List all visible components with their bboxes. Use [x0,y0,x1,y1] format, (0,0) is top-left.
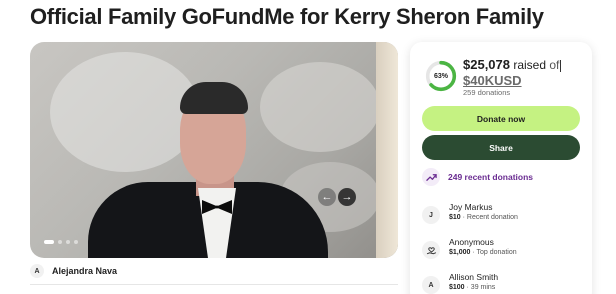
campaign-photo[interactable] [30,42,398,258]
donation-meta: $1,000 · Top donation [449,249,517,256]
organizer-name: Alejandra Nava [52,266,118,276]
raised-word: raised [513,58,547,72]
progress-percent: 63% [433,72,448,80]
donor-avatar: A [422,276,440,294]
donation-list-item: J Joy Markus $10 · Recent donation [422,202,518,224]
donation-amount: $1,000 [449,249,471,256]
previous-photo-button[interactable]: ← [318,188,336,206]
organizer-avatar: A [30,264,44,278]
donate-now-button[interactable]: Donate now [422,106,580,131]
photo-hair [180,82,248,114]
carousel-dot[interactable] [74,240,78,244]
donation-amount: $100 [449,284,465,291]
photo-edge [376,42,398,258]
organizer[interactable]: A Alejandra Nava [30,264,117,278]
donation-meta: $10 · Recent donation [449,214,518,221]
donation-panel: 63% $25,078 raised of $40KUSD 259 donati… [410,42,592,294]
raised-amount: $25,078 [463,57,510,72]
trending-up-icon [422,168,440,186]
heart-hand-icon [422,241,440,259]
carousel-dot[interactable] [58,240,62,244]
text-cursor [560,59,562,72]
donation-count: 259 donations [463,88,511,97]
arrow-right-icon: → [341,191,353,203]
carousel-dots[interactable] [44,240,78,244]
arrow-left-icon: ← [321,191,333,203]
next-photo-button[interactable]: → [338,188,356,206]
divider [30,284,398,285]
backdrop-cloud [260,62,380,152]
trending-up-icon-glyph [425,173,437,181]
donation-meta: $100 · 39 mins [449,284,498,291]
donation-note: · 39 mins [464,284,496,291]
donation-amount: $10 [449,214,461,221]
donor-name: Allison Smith [449,272,499,282]
donation-list-item: A Allison Smith $100 · 39 mins [422,272,498,294]
heart-hand-icon-glyph [426,246,436,254]
amount-raised: $25,078 raised of $40KUSD [463,57,562,89]
carousel-dot[interactable] [66,240,70,244]
campaign-title: Official Family GoFundMe for Kerry Shero… [30,4,544,29]
donor-name: Anonymous [449,237,494,247]
goal-amount[interactable]: $40KUSD [463,73,522,88]
donor-avatar: J [422,206,440,224]
donation-note: · Recent donation [460,214,518,221]
donation-list-item: Anonymous $1,000 · Top donation [422,237,517,259]
recent-donations-label: 249 recent donations [448,172,534,182]
of-word: of [549,58,560,72]
donor-name: Joy Markus [449,202,493,212]
share-button[interactable]: Share [422,135,580,160]
donation-note: · Top donation [470,249,517,256]
carousel-dot[interactable] [44,240,54,244]
backdrop-cloud [50,52,200,172]
recent-donations-link[interactable]: 249 recent donations [422,168,533,186]
